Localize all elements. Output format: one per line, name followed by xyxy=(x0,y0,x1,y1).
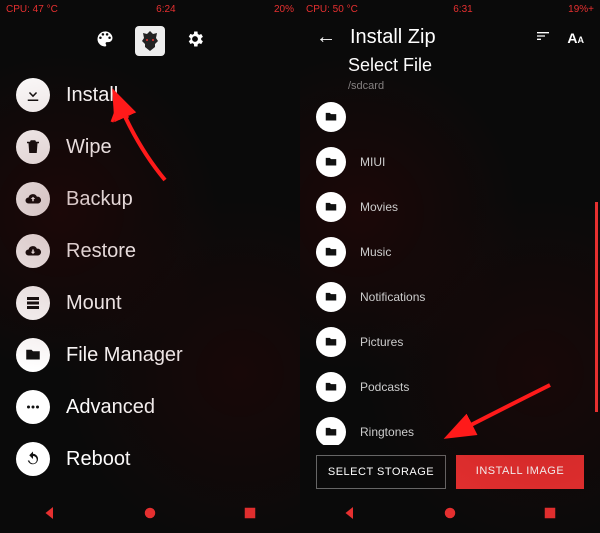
list-item[interactable]: Ringtones xyxy=(316,417,584,445)
app-header xyxy=(0,26,300,56)
list-item[interactable] xyxy=(316,102,584,132)
clock: 6:31 xyxy=(453,4,472,15)
battery: 20% xyxy=(274,4,294,15)
menu-label: Install xyxy=(66,84,118,107)
folder-icon xyxy=(316,327,346,357)
menu-label: Wipe xyxy=(66,136,112,159)
cloud-down-icon xyxy=(16,234,50,268)
folder-icon xyxy=(316,192,346,222)
menu-item-advanced[interactable]: Advanced xyxy=(16,390,284,424)
left-screen: CPU: 47 °C 6:24 20% Install Wipe Backup xyxy=(0,0,300,533)
right-screen: CPU: 50 °C 6:31 19%+ ← Install Zip AA Se… xyxy=(300,0,600,533)
menu-item-restore[interactable]: Restore xyxy=(16,234,284,268)
select-file-header: Select File /sdcard xyxy=(300,55,600,102)
list-item[interactable]: Pictures xyxy=(316,327,584,357)
list-item[interactable]: MIUI xyxy=(316,147,584,177)
menu-item-mount[interactable]: Mount xyxy=(16,286,284,320)
nav-back-icon[interactable] xyxy=(41,504,59,527)
refresh-icon xyxy=(16,442,50,476)
menu-label: File Manager xyxy=(66,344,183,367)
wolf-logo xyxy=(135,26,165,56)
nav-home-icon[interactable] xyxy=(441,504,459,527)
button-bar: SELECT STORAGE INSTALL IMAGE xyxy=(300,445,600,497)
nav-recent-icon[interactable] xyxy=(541,504,559,527)
trash-icon xyxy=(16,130,50,164)
file-name: Podcasts xyxy=(360,380,409,394)
nav-bar xyxy=(300,497,600,533)
list-item[interactable]: Podcasts xyxy=(316,372,584,402)
cpu-temp: CPU: 47 °C xyxy=(6,4,58,15)
nav-bar xyxy=(0,497,300,533)
nav-home-icon[interactable] xyxy=(141,504,159,527)
folder-icon xyxy=(316,282,346,312)
gear-icon[interactable] xyxy=(185,29,205,54)
menu-label: Mount xyxy=(66,292,122,315)
sort-icon[interactable] xyxy=(533,28,553,47)
file-name: Notifications xyxy=(360,290,425,304)
install-image-button[interactable]: INSTALL IMAGE xyxy=(456,455,584,489)
scrollbar[interactable] xyxy=(595,202,598,412)
nav-recent-icon[interactable] xyxy=(241,504,259,527)
select-file-label: Select File xyxy=(348,55,552,76)
list-item[interactable]: Movies xyxy=(316,192,584,222)
menu-item-wipe[interactable]: Wipe xyxy=(16,130,284,164)
menu-label: Advanced xyxy=(66,396,155,419)
menu-item-backup[interactable]: Backup xyxy=(16,182,284,216)
folder-icon xyxy=(316,147,346,177)
current-path: /sdcard xyxy=(348,80,552,92)
menu-label: Reboot xyxy=(66,448,131,471)
page-header: ← Install Zip AA xyxy=(300,18,600,55)
menu-item-filemanager[interactable]: File Manager xyxy=(16,338,284,372)
folder-icon xyxy=(316,237,346,267)
cpu-temp: CPU: 50 °C xyxy=(306,4,358,15)
status-bar: CPU: 47 °C 6:24 20% xyxy=(0,0,300,18)
cloud-up-icon xyxy=(16,182,50,216)
menu-label: Backup xyxy=(66,188,133,211)
list-item[interactable]: Notifications xyxy=(316,282,584,312)
menu-label: Restore xyxy=(66,240,136,263)
file-name: Movies xyxy=(360,200,398,214)
clock: 6:24 xyxy=(156,4,175,15)
battery: 19%+ xyxy=(568,4,594,15)
font-icon[interactable]: AA xyxy=(567,30,584,46)
menu-item-reboot[interactable]: Reboot xyxy=(16,442,284,476)
select-storage-button[interactable]: SELECT STORAGE xyxy=(316,455,446,489)
menu-item-install[interactable]: Install xyxy=(16,78,284,112)
server-icon xyxy=(16,286,50,320)
nav-back-icon[interactable] xyxy=(341,504,359,527)
main-menu: Install Wipe Backup Restore Mount File M… xyxy=(0,70,300,497)
folder-icon xyxy=(16,338,50,372)
file-name: MIUI xyxy=(360,155,385,169)
back-arrow-icon[interactable]: ← xyxy=(316,26,336,49)
dots-icon xyxy=(16,390,50,424)
download-icon xyxy=(16,78,50,112)
palette-icon[interactable] xyxy=(95,29,115,54)
list-item[interactable]: Music xyxy=(316,237,584,267)
folder-icon xyxy=(316,372,346,402)
status-bar: CPU: 50 °C 6:31 19%+ xyxy=(300,0,600,18)
folder-icon xyxy=(316,417,346,445)
file-name: Music xyxy=(360,245,391,259)
page-title: Install Zip xyxy=(350,26,519,49)
folder-icon xyxy=(316,102,346,132)
file-list[interactable]: MIUI Movies Music Notifications Pictures… xyxy=(300,102,600,445)
file-name: Pictures xyxy=(360,335,403,349)
file-name: Ringtones xyxy=(360,425,414,439)
